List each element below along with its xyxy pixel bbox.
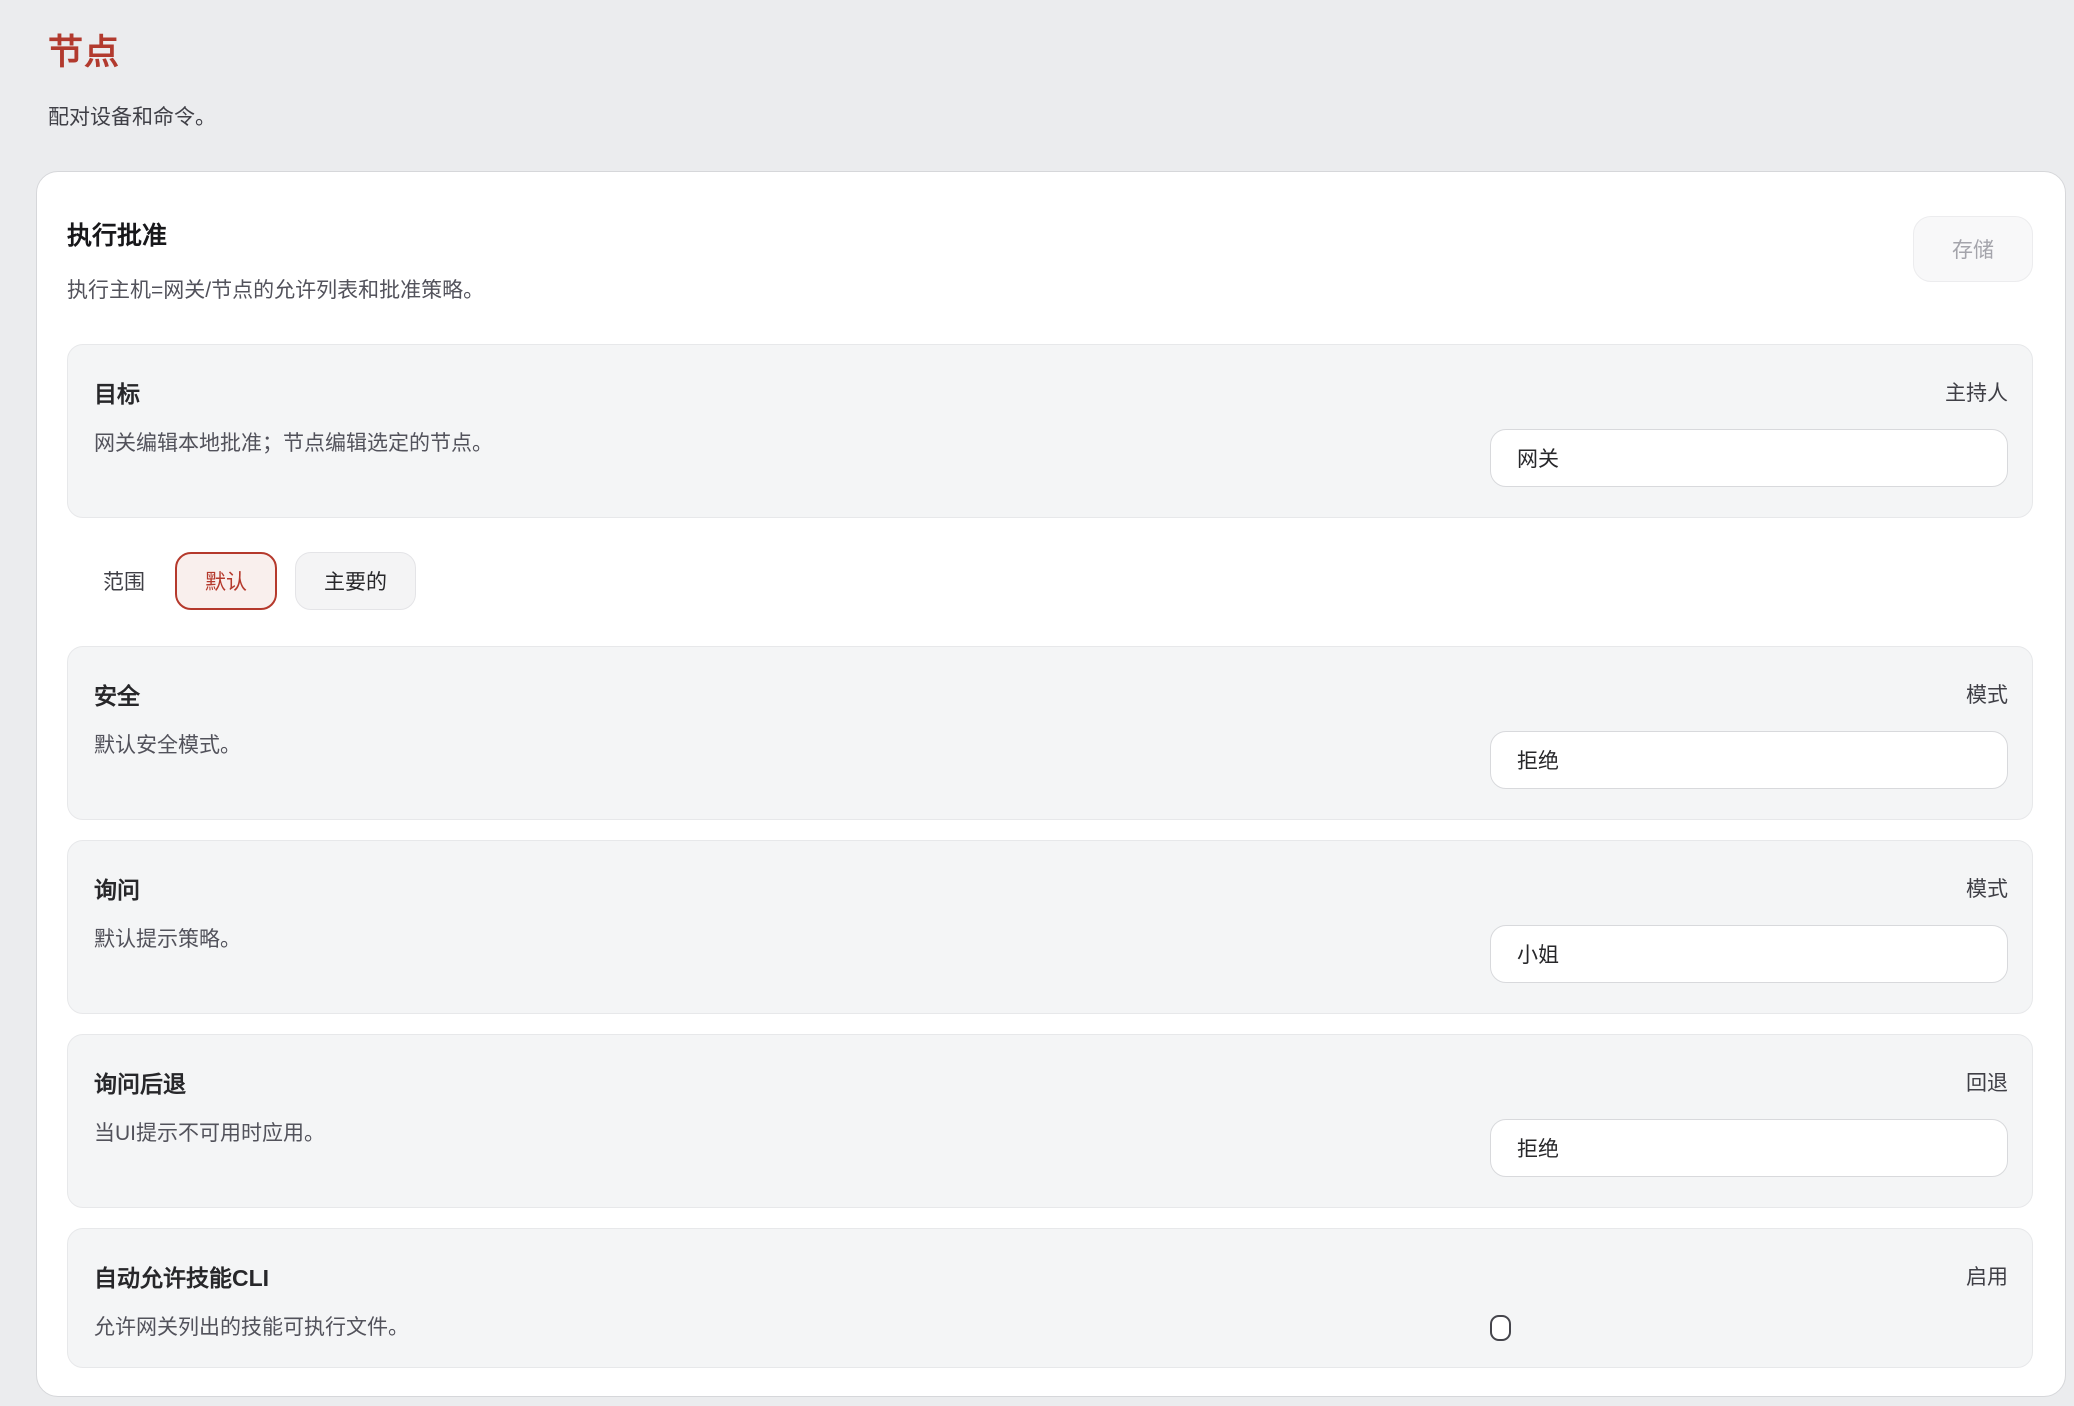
section-ask: 询问 默认提示策略。 模式 — [67, 840, 2033, 1014]
field-label: 模式 — [1966, 679, 2008, 709]
page-subtitle: 配对设备和命令。 — [48, 101, 2074, 131]
page-title: 节点 — [48, 24, 2074, 75]
nodes-settings-page: 节点 配对设备和命令。 执行批准 执行主机=网关/节点的允许列表和批准策略。 存… — [0, 0, 2074, 1397]
section-ask-control: 模式 — [1490, 871, 2008, 983]
field-label: 回退 — [1966, 1067, 2008, 1097]
section-security-text: 安全 默认安全模式。 — [94, 677, 241, 789]
section-auto-allow-control: 启用 — [1490, 1259, 2008, 1341]
scope-label: 范围 — [103, 566, 145, 596]
security-mode-input[interactable] — [1490, 731, 2008, 789]
section-description: 默认提示策略。 — [94, 923, 241, 953]
section-description: 当UI提示不可用时应用。 — [94, 1117, 325, 1147]
section-title: 询问 — [94, 871, 241, 905]
section-security: 安全 默认安全模式。 模式 — [67, 646, 2033, 820]
section-auto-allow-skill-cli: 自动允许技能CLI 允许网关列出的技能可执行文件。 启用 — [67, 1228, 2033, 1368]
section-title: 询问后退 — [94, 1065, 325, 1099]
field-label: 启用 — [1966, 1261, 2008, 1291]
section-target-control: 主持人 — [1490, 375, 2008, 487]
ask-mode-input[interactable] — [1490, 925, 2008, 983]
card-title: 执行批准 — [67, 216, 484, 252]
card-description: 执行主机=网关/节点的允许列表和批准策略。 — [67, 274, 484, 304]
section-auto-allow-text: 自动允许技能CLI 允许网关列出的技能可执行文件。 — [94, 1259, 409, 1341]
section-target: 目标 网关编辑本地批准；节点编辑选定的节点。 主持人 — [67, 344, 2033, 518]
scope-option-default[interactable]: 默认 — [175, 552, 277, 610]
ask-fallback-input[interactable] — [1490, 1119, 2008, 1177]
card-header-text: 执行批准 执行主机=网关/节点的允许列表和批准策略。 — [67, 216, 484, 304]
section-ask-fallback-control: 回退 — [1490, 1065, 2008, 1177]
section-ask-fallback: 询问后退 当UI提示不可用时应用。 回退 — [67, 1034, 2033, 1208]
field-label: 主持人 — [1945, 377, 2008, 407]
section-target-text: 目标 网关编辑本地批准；节点编辑选定的节点。 — [94, 375, 493, 487]
auto-allow-checkbox[interactable] — [1490, 1315, 1511, 1341]
section-security-control: 模式 — [1490, 677, 2008, 789]
section-description: 默认安全模式。 — [94, 729, 241, 759]
section-title: 目标 — [94, 375, 493, 409]
scope-row: 范围 默认 主要的 — [103, 552, 2033, 610]
section-ask-fallback-text: 询问后退 当UI提示不可用时应用。 — [94, 1065, 325, 1177]
section-title: 自动允许技能CLI — [94, 1259, 409, 1293]
section-title: 安全 — [94, 677, 241, 711]
section-description: 网关编辑本地批准；节点编辑选定的节点。 — [94, 427, 493, 457]
target-host-input[interactable] — [1490, 429, 2008, 487]
section-description: 允许网关列出的技能可执行文件。 — [94, 1311, 409, 1341]
section-ask-text: 询问 默认提示策略。 — [94, 871, 241, 983]
field-label: 模式 — [1966, 873, 2008, 903]
card-header: 执行批准 执行主机=网关/节点的允许列表和批准策略。 存储 — [67, 216, 2033, 304]
exec-approvals-card: 执行批准 执行主机=网关/节点的允许列表和批准策略。 存储 目标 网关编辑本地批… — [36, 171, 2066, 1397]
save-button[interactable]: 存储 — [1913, 216, 2033, 282]
scope-option-primary[interactable]: 主要的 — [295, 552, 416, 610]
